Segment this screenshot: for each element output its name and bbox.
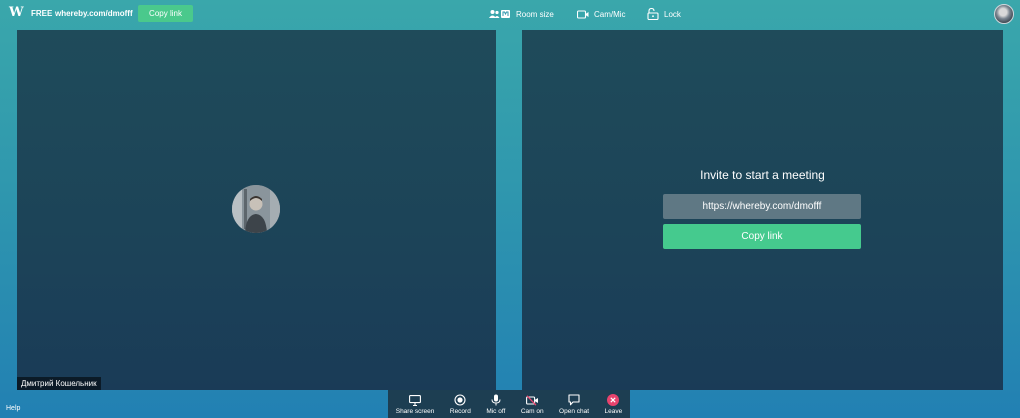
room-size-button[interactable]: Room size xyxy=(489,7,554,21)
copy-link-button[interactable]: Copy link xyxy=(138,5,193,22)
cam-mic-button[interactable]: Cam/Mic xyxy=(577,7,626,21)
open-chat-button[interactable]: Open chat xyxy=(559,394,589,415)
mic-button[interactable]: Mic off xyxy=(486,394,505,415)
cam-mic-label: Cam/Mic xyxy=(594,9,626,19)
lock-button[interactable]: Lock xyxy=(647,7,681,21)
record-icon xyxy=(453,394,467,406)
close-icon xyxy=(607,394,620,406)
room-size-icon xyxy=(489,9,511,19)
leave-button[interactable]: Leave xyxy=(604,394,623,415)
cam-button[interactable]: Cam on xyxy=(521,394,544,415)
chat-icon xyxy=(567,394,581,406)
camera-icon xyxy=(577,9,589,19)
monitor-icon xyxy=(408,394,422,406)
meeting-controls: Share screen Record Mic off Cam on Open … xyxy=(388,390,630,418)
user-avatar[interactable] xyxy=(994,4,1014,24)
share-screen-button[interactable]: Share screen xyxy=(395,394,435,415)
record-label: Record xyxy=(449,408,471,415)
plan-badge: FREE xyxy=(31,9,53,18)
room-url: whereby.com/dmofff xyxy=(55,9,133,18)
open-chat-label: Open chat xyxy=(559,408,590,415)
self-video-tile: Дмитрий Кошельник xyxy=(17,30,496,390)
invite-title: Invite to start a meeting xyxy=(700,168,825,182)
top-bar: W FREE whereby.com/dmofff Copy link Room… xyxy=(0,0,1020,28)
invite-link-field[interactable]: https://whereby.com/dmofff xyxy=(663,194,861,219)
cam-label: Cam on xyxy=(520,408,544,415)
lock-label: Lock xyxy=(664,9,681,19)
leave-label: Leave xyxy=(604,408,623,415)
mic-label: Mic off xyxy=(486,408,506,415)
help-link[interactable]: Help xyxy=(6,405,20,412)
whereby-logo[interactable]: W xyxy=(9,5,24,20)
microphone-icon xyxy=(489,394,503,406)
room-size-label: Room size xyxy=(516,9,554,19)
invite-copy-link-button[interactable]: Copy link xyxy=(663,224,861,249)
participant-avatar xyxy=(232,185,280,233)
invite-panel: Invite to start a meeting https://whereb… xyxy=(522,30,1003,390)
camera-off-icon xyxy=(525,394,539,406)
lock-icon xyxy=(647,8,659,20)
participant-name: Дмитрий Кошельник xyxy=(17,377,101,390)
share-screen-label: Share screen xyxy=(395,408,435,415)
record-button[interactable]: Record xyxy=(450,394,471,415)
